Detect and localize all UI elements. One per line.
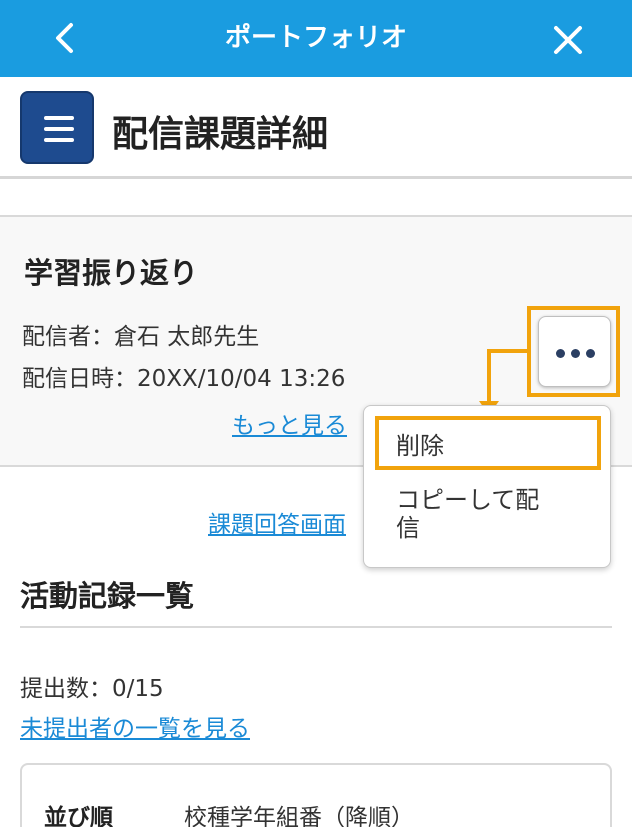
assignment-datetime: 配信日時：20XX/10/04 13:26	[22, 366, 346, 392]
more-options-menu: 削除 コピーして配 信	[363, 405, 611, 568]
menu-item-delete[interactable]: 削除	[396, 432, 444, 460]
sort-order-label: 並び順	[44, 805, 113, 827]
menu-item-copy-and-send[interactable]: コピーして配 信	[396, 486, 596, 542]
more-link[interactable]: もっと見る	[232, 406, 347, 440]
sort-order-box[interactable]: 並び順 校種学年組番（降順）	[20, 763, 612, 827]
close-icon[interactable]	[548, 20, 588, 60]
divider	[20, 626, 612, 628]
hamburger-menu-icon	[44, 116, 74, 120]
activity-section-title: 活動記録一覧	[20, 579, 195, 613]
page-title: 配信課題詳細	[112, 114, 329, 155]
unsubmitted-list-link[interactable]: 未提出者の一覧を見る	[20, 709, 250, 743]
guide-arrow	[487, 349, 528, 353]
assignment-title: 学習振り返り	[24, 256, 199, 290]
assignment-sender: 配信者：倉石 太郎先生	[22, 324, 260, 350]
app-bar-title: ポートフォリオ	[224, 23, 407, 53]
hamburger-menu-button[interactable]	[20, 91, 94, 164]
top-app-bar: ポートフォリオ	[0, 0, 632, 77]
submission-count: 提出数：0/15	[20, 676, 164, 702]
more-options-button[interactable]	[538, 316, 611, 387]
page-header: 配信課題詳細	[0, 77, 632, 179]
sort-order-select[interactable]: 校種学年組番（降順）	[184, 798, 414, 827]
answer-screen-link[interactable]: 課題回答画面	[208, 505, 346, 539]
more-dots-icon	[556, 349, 565, 358]
